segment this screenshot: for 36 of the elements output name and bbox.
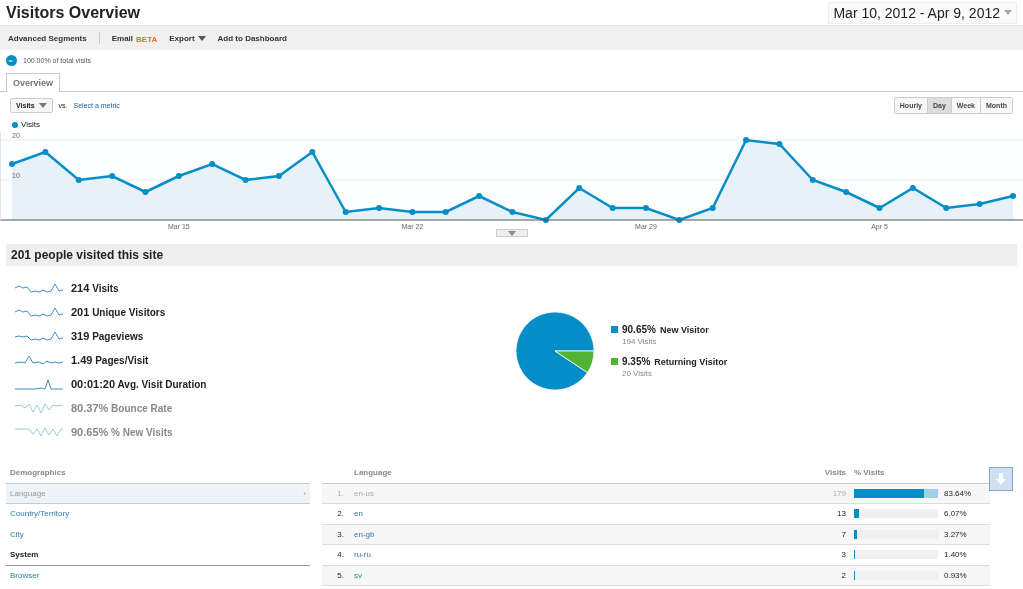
legend-label: Returning Visitor: [654, 356, 728, 367]
visits-cell-text: 179: [831, 488, 847, 498]
legend-visits: 20 Visits: [621, 369, 654, 378]
metric-text: 214 Visits: [71, 282, 119, 294]
metric-text: 1.49 Pages/Visit: [71, 354, 149, 366]
nav-heading: Demographics: [10, 468, 66, 478]
rank-cell-text: 2.: [336, 509, 345, 519]
legend-percent: 90.65%: [622, 324, 656, 335]
legend-label: New Visitor: [659, 324, 709, 335]
metric-text: 00:01:20 Avg. Visit Duration: [71, 378, 207, 390]
legend-percent: 9.35%: [622, 356, 651, 367]
visits-cell-text: 7: [840, 529, 847, 539]
percent-cell: 0.93%: [944, 570, 967, 580]
rank-cell-text: 4.: [336, 550, 345, 560]
metric-text: 90.65% % New Visits: [71, 426, 173, 438]
column-header: Visits: [823, 468, 847, 478]
visits-cell-text: 13: [836, 509, 847, 519]
percent-cell: 83.64%: [944, 488, 972, 498]
column-header: Language: [354, 468, 393, 478]
metric-text: 201 Unique Visitors: [71, 306, 166, 318]
percent-cell: 1.40%: [944, 550, 967, 560]
rank-cell-text: 5.: [336, 570, 345, 580]
section-title: 201 people visited this site: [11, 248, 164, 262]
page-title: Visitors Overview: [6, 3, 140, 22]
metric-text: 319 Pageviews: [71, 330, 144, 342]
visits-cell-text: 3: [840, 550, 847, 560]
nav-heading: System: [10, 550, 39, 560]
percent-cell: 6.07%: [944, 509, 967, 519]
metric-text: 80.37% Bounce Rate: [71, 402, 173, 414]
rank-cell-text: 3.: [336, 529, 345, 539]
rank-cell-text: 1.: [336, 488, 345, 498]
percent-cell: 3.27%: [944, 529, 967, 539]
legend-label: Visits: [21, 120, 40, 129]
column-header: % Visits: [854, 468, 886, 478]
legend-visits: 194 Visits: [621, 337, 658, 346]
visits-cell-text: 2: [840, 570, 847, 580]
